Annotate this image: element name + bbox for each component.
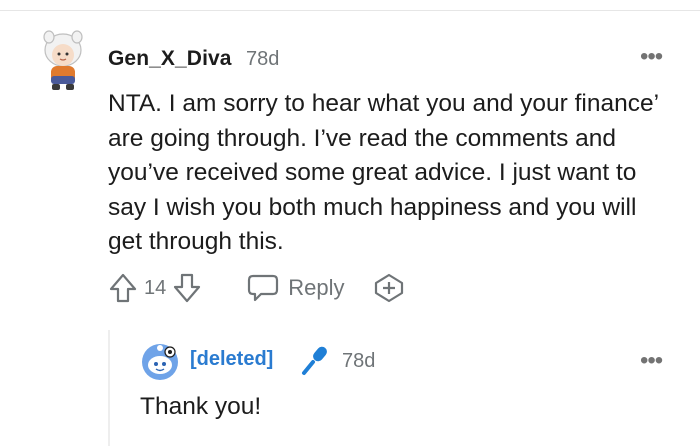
reply-author[interactable]: [deleted] <box>190 348 273 371</box>
upvote-icon[interactable] <box>108 272 138 304</box>
vote-score: 14 <box>144 276 167 299</box>
reply-label: Reply <box>288 275 345 300</box>
deleted-avatar-icon <box>142 344 178 380</box>
award-icon[interactable] <box>373 273 405 303</box>
comment-age: 78d <box>246 48 280 70</box>
more-options-icon[interactable]: ••• <box>640 45 663 69</box>
reply-button[interactable]: Reply <box>246 273 345 303</box>
reply-body: Thank you! <box>140 393 262 420</box>
comment-body: NTA. I am sorry to hear what you and you… <box>108 90 659 255</box>
reply-age: 78d <box>342 350 376 372</box>
thread-line[interactable] <box>108 330 110 446</box>
avatar-icon[interactable] <box>38 28 88 94</box>
comment-actions: 14 Reply <box>108 270 405 306</box>
downvote-icon[interactable] <box>172 272 202 304</box>
microphone-icon <box>302 346 327 375</box>
top-divider <box>0 0 700 11</box>
reply-more-options-icon[interactable]: ••• <box>640 349 663 373</box>
comment-author[interactable]: Gen_X_Diva <box>108 47 232 71</box>
reply-icon <box>248 274 279 302</box>
